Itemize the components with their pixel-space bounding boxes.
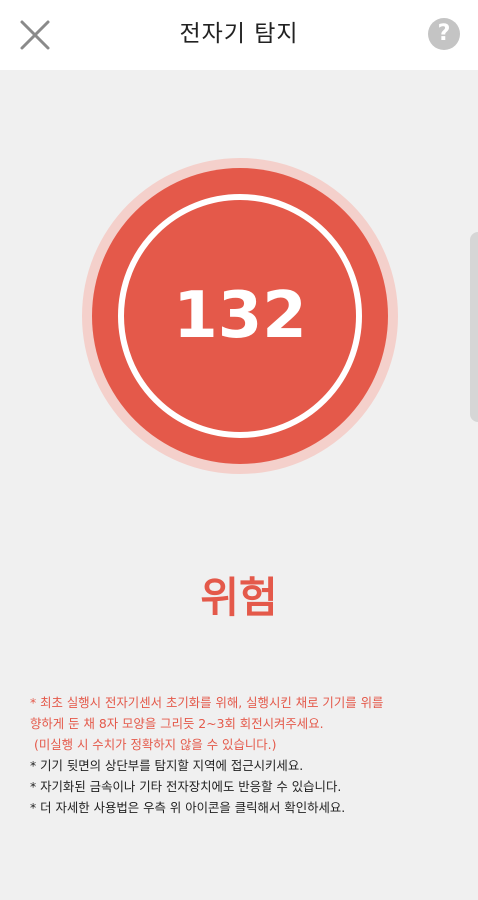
gauge-value: 132: [173, 279, 307, 353]
gauge-core: 132: [92, 168, 388, 464]
help-button[interactable]: ?: [428, 18, 460, 50]
warning-line-3: (미실행 시 수치가 정확하지 않을 수 있습니다.): [34, 737, 277, 752]
edge-panel-handle[interactable]: [470, 232, 478, 422]
warning-line-2: 향하게 둔 채 8자 모양을 그리듯 2~3회 회전시켜주세요.: [30, 716, 324, 731]
warning-line-1: * 최초 실행시 전자기센서 초기화를 위해, 실행시킨 채로 기기를 위를: [30, 695, 384, 710]
top-app-bar: 전자기 탐지 ?: [0, 0, 478, 70]
tip-line-2: * 자기화된 금속이나 기타 전자장치에도 반응할 수 있습니다.: [30, 779, 342, 794]
instructions: * 최초 실행시 전자기센서 초기화를 위해, 실행시킨 채로 기기를 위를 향…: [30, 692, 450, 818]
status-label: 위험: [200, 573, 278, 622]
page-title: 전자기 탐지: [179, 21, 299, 47]
help-icon: ?: [437, 21, 451, 46]
tip-line-1: * 기기 뒷면의 상단부를 탐지할 지역에 접근시키세요.: [30, 758, 304, 773]
emf-gauge: 132: [82, 158, 398, 474]
tip-line-3: * 더 자세한 사용법은 우측 위 아이콘을 클릭해서 확인하세요.: [30, 800, 346, 815]
